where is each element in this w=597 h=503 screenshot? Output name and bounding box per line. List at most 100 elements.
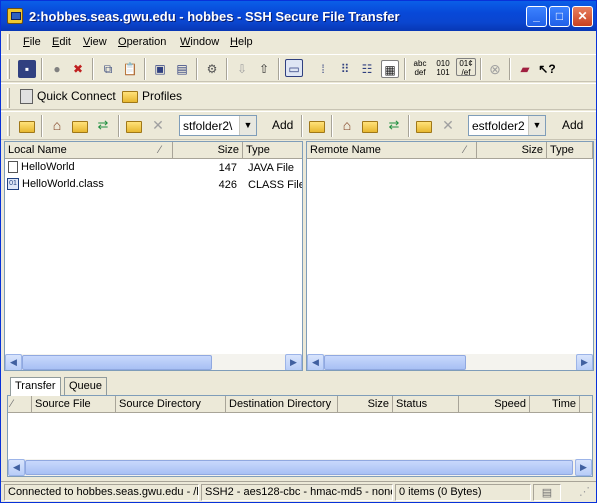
local-delete-icon[interactable]: ✕	[149, 116, 167, 134]
context-help-icon[interactable]: ↖?	[538, 60, 556, 78]
menu-file[interactable]: File	[23, 36, 41, 48]
menu-view[interactable]: View	[83, 36, 107, 48]
tab-queue[interactable]: Queue	[64, 377, 108, 395]
remote-horizontal-scrollbar[interactable]: ◀ ▶	[307, 354, 593, 370]
cipher-status: SSH2 - aes128-cbc - hmac-md5 - none	[201, 484, 393, 501]
profiles-label: Profiles	[142, 89, 183, 103]
auto-mode-icon[interactable]: 01¢ /ef	[456, 58, 476, 77]
transfer-destination-directory-column[interactable]: Destination Directory	[226, 396, 338, 413]
folder-toolbar-grip[interactable]	[7, 116, 10, 136]
title-bar[interactable]: 2:hobbes.seas.gwu.edu - hobbes - SSH Sec…	[1, 1, 596, 31]
local-new-folder-icon[interactable]	[125, 117, 143, 135]
new-file-transfer-icon[interactable]: ▤	[173, 60, 191, 78]
upload-arrow-icon[interactable]: ⇧	[255, 60, 273, 78]
transfer-status-column[interactable]: Status	[393, 396, 459, 413]
menu-grip[interactable]	[7, 34, 10, 50]
transfer-size-column[interactable]: Size	[338, 396, 393, 413]
paste-icon[interactable]: 📋	[121, 60, 139, 78]
connection-status: Connected to hobbes.seas.gwu.edu - /h	[4, 484, 199, 501]
file-type: CLASS File	[248, 179, 303, 191]
scroll-thumb[interactable]	[324, 355, 466, 370]
transfer-list[interactable]: ⁄ Source File Source Directory Destinati…	[7, 395, 593, 477]
local-folders-toggle-icon[interactable]	[18, 117, 36, 135]
view-window-icon[interactable]: ▭	[285, 59, 303, 77]
stop-icon[interactable]: ⊗	[486, 60, 504, 78]
profiles-folder-icon	[122, 90, 138, 103]
list-view-icon[interactable]: ☷	[358, 60, 376, 78]
close-button[interactable]: ✕	[572, 6, 593, 27]
settings-icon[interactable]: ⚙	[203, 60, 221, 78]
remote-file-pane[interactable]: Remote Name ⁄ Size Type ◀ ▶	[306, 141, 594, 371]
local-name-column[interactable]: Local Name ⁄	[5, 142, 173, 159]
local-file-row[interactable]: 01 HelloWorld.class 426 CLASS File	[5, 177, 302, 194]
scroll-left-icon[interactable]: ◀	[307, 354, 324, 370]
profiles-button[interactable]: Profiles	[122, 89, 182, 103]
save-icon[interactable]: ▪	[18, 60, 36, 78]
remote-delete-icon[interactable]: ✕	[439, 116, 457, 134]
menu-operation[interactable]: Operation	[118, 36, 166, 48]
transfer-source-file-column[interactable]: Source File	[32, 396, 116, 413]
remote-folder-combo[interactable]: estfolder2 ▼	[468, 115, 546, 136]
maximize-button[interactable]: □	[549, 6, 570, 27]
remote-folder-dropdown-icon[interactable]: ▼	[528, 116, 545, 135]
file-type: JAVA File	[248, 162, 295, 174]
local-size-column[interactable]: Size	[173, 142, 243, 159]
scroll-thumb[interactable]	[25, 460, 573, 475]
local-folder-value: stfolder2\	[183, 119, 233, 133]
secure-lock-icon: ▤	[533, 484, 561, 501]
local-file-pane[interactable]: Local Name ⁄ Size Type HelloWorld 147 JAV…	[4, 141, 303, 371]
transfer-column-header: ⁄ Source File Source Directory Destinati…	[8, 396, 592, 413]
quick-connect-icon	[20, 89, 33, 105]
menu-window[interactable]: Window	[180, 36, 219, 48]
remote-new-folder-icon[interactable]	[415, 117, 433, 135]
sort-indicator-icon[interactable]: ⁄	[8, 396, 32, 413]
help-book-icon[interactable]: ▰	[516, 60, 534, 78]
transfer-horizontal-scrollbar[interactable]: ◀ ▶	[8, 459, 592, 476]
transfer-time-column[interactable]: Time	[530, 396, 580, 413]
remote-up-folder-icon[interactable]	[361, 117, 379, 135]
download-arrow-icon[interactable]: ⇩	[233, 60, 251, 78]
scroll-right-icon[interactable]: ▶	[575, 459, 592, 476]
copy-icon[interactable]: ⧉	[99, 60, 117, 78]
small-icons-view-icon[interactable]: ⠿	[336, 60, 354, 78]
ascii-mode-icon[interactable]: abc def	[410, 59, 430, 77]
local-add-button[interactable]: Add	[272, 118, 293, 132]
menu-help[interactable]: Help	[230, 36, 253, 48]
transfer-source-directory-column[interactable]: Source Directory	[116, 396, 226, 413]
scroll-left-icon[interactable]: ◀	[8, 459, 25, 476]
transfer-speed-column[interactable]: Speed	[459, 396, 530, 413]
tab-transfer[interactable]: Transfer	[10, 377, 61, 396]
resize-grip-icon[interactable]: ⋰	[563, 484, 593, 501]
remote-refresh-icon[interactable]: ⇄	[385, 116, 403, 134]
local-file-row[interactable]: HelloWorld 147 JAVA File	[5, 160, 302, 177]
remote-size-column[interactable]: Size	[477, 142, 547, 159]
remote-type-column[interactable]: Type	[547, 142, 593, 159]
local-up-folder-icon[interactable]	[71, 117, 89, 135]
binary-mode-icon[interactable]: 010 101	[433, 59, 453, 77]
local-refresh-icon[interactable]: ⇄	[94, 116, 112, 134]
connect-icon[interactable]: ●	[48, 60, 66, 78]
menu-edit[interactable]: Edit	[52, 36, 71, 48]
remote-add-button[interactable]: Add	[562, 118, 583, 132]
scroll-right-icon[interactable]: ▶	[576, 354, 593, 370]
scroll-left-icon[interactable]: ◀	[5, 354, 22, 370]
remote-home-icon[interactable]: ⌂	[338, 116, 356, 134]
scroll-thumb[interactable]	[22, 355, 212, 370]
minimize-button[interactable]: _	[526, 6, 547, 27]
scroll-right-icon[interactable]: ▶	[285, 354, 302, 370]
toolbar-grip[interactable]	[7, 59, 10, 79]
local-type-column[interactable]: Type	[243, 142, 302, 159]
remote-name-column[interactable]: Remote Name ⁄	[307, 142, 477, 159]
new-terminal-icon[interactable]: ▣	[151, 60, 169, 78]
local-home-icon[interactable]: ⌂	[48, 116, 66, 134]
remote-folders-toggle-icon[interactable]	[308, 117, 326, 135]
large-icons-view-icon[interactable]: ⁞	[314, 60, 332, 78]
disconnect-icon[interactable]: ✖	[69, 60, 87, 78]
quick-bar-grip[interactable]	[7, 88, 10, 108]
local-folder-dropdown-icon[interactable]: ▼	[239, 116, 256, 135]
local-folder-combo[interactable]: stfolder2\ ▼	[179, 115, 257, 136]
quick-connect-button[interactable]: Quick Connect	[20, 89, 116, 105]
details-view-icon[interactable]: ▦	[381, 60, 399, 78]
local-horizontal-scrollbar[interactable]: ◀ ▶	[5, 354, 302, 370]
app-icon[interactable]	[7, 8, 23, 24]
